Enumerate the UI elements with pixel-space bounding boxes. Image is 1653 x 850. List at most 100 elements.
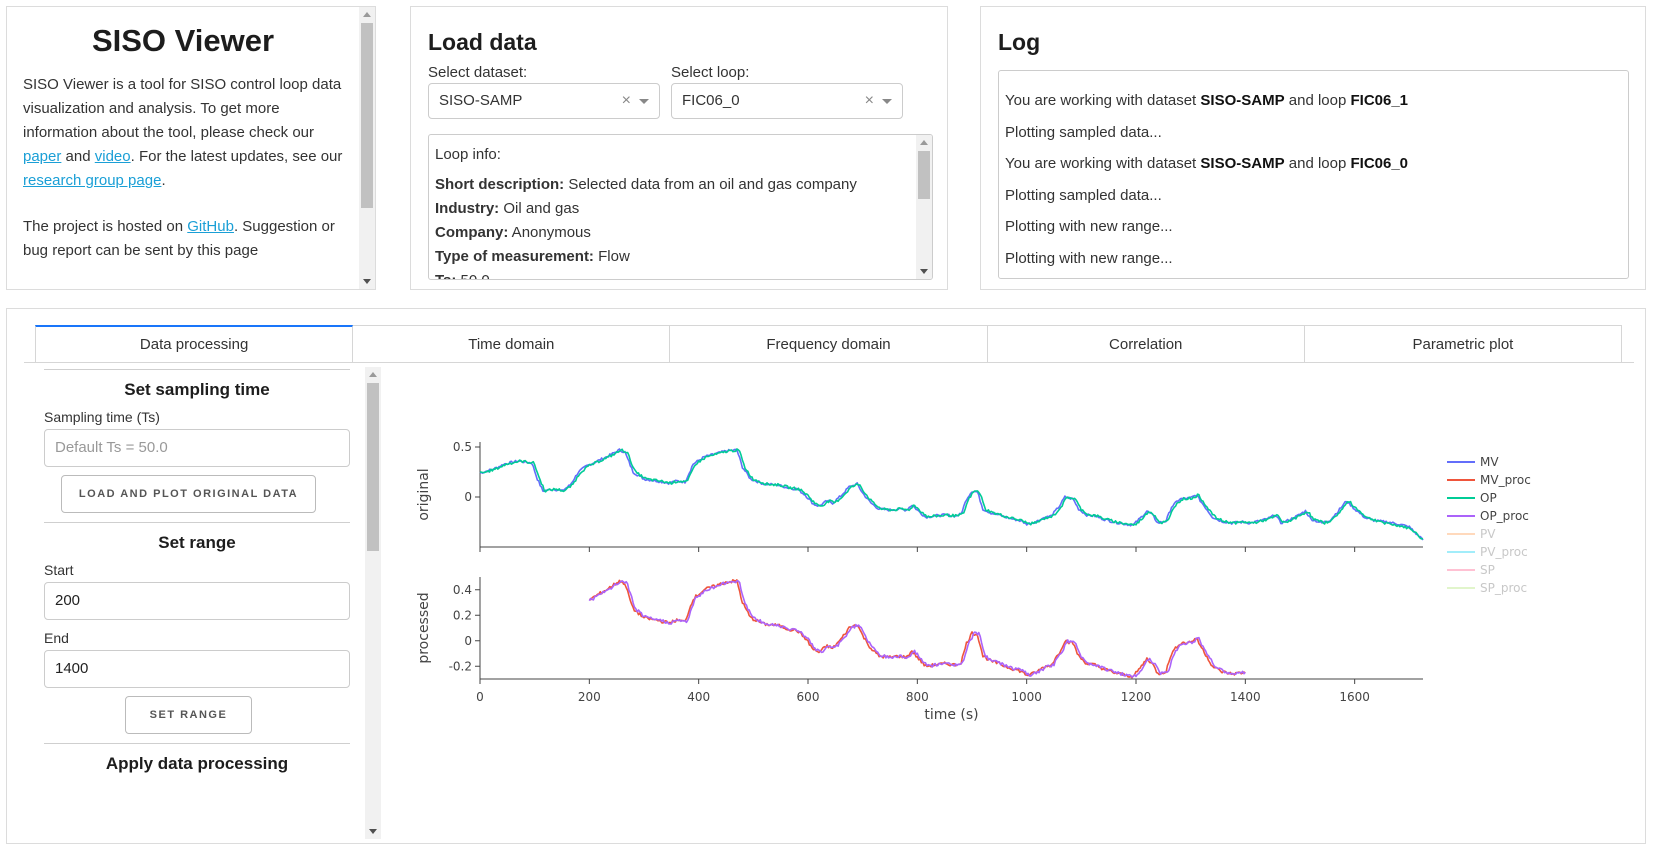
legend-label[interactable]: OP [1480, 491, 1497, 505]
loop-info-content: Loop info: Short description: Selected d… [435, 143, 914, 279]
x-tick-label: 600 [797, 690, 820, 704]
sampling-time-input[interactable]: Default Ts = 50.0 [44, 429, 350, 467]
clear-icon[interactable]: × [865, 84, 874, 118]
legend-label[interactable]: SP [1480, 563, 1495, 577]
tab-bar: Data processing Time domain Frequency doma… [35, 325, 1623, 363]
loop-info-row: Industry: Oil and gas [435, 197, 914, 221]
log-line: Plotting sampled data... [1005, 180, 1622, 212]
y-tick-label: 0.4 [453, 583, 472, 597]
loop-info-row: Short description: Selected data from an… [435, 173, 914, 197]
loop-label: Select loop: [671, 64, 750, 81]
chevron-down-icon[interactable] [882, 99, 892, 104]
log-text: You are working with dataset [1005, 155, 1201, 172]
legend-label[interactable]: SP_proc [1480, 581, 1527, 595]
series-line-op [479, 448, 1424, 540]
x-tick-label: 800 [906, 690, 929, 704]
x-tick-label: 200 [578, 690, 601, 704]
scroll-down-icon[interactable] [363, 279, 371, 284]
chevron-down-icon[interactable] [639, 99, 649, 104]
loop-value: FIC06_0 [682, 92, 740, 109]
log-box[interactable]: You are working with dataset SISO-SAMP a… [998, 70, 1629, 279]
clear-icon[interactable]: × [622, 84, 631, 118]
loop-info-value: Flow [593, 248, 630, 265]
loop-info-value: Oil and gas [499, 200, 580, 217]
log-panel: Log You are working with dataset SISO-SA… [980, 6, 1646, 290]
end-label: End [44, 630, 69, 646]
legend-label[interactable]: MV [1480, 455, 1499, 469]
legend-label[interactable]: OP_proc [1480, 509, 1529, 523]
x-axis-label: time (s) [924, 707, 978, 723]
legend-label[interactable]: MV_proc [1480, 473, 1531, 487]
legend-label[interactable]: PV [1480, 527, 1496, 541]
set-range-button[interactable]: SET RANGE [125, 696, 252, 734]
scroll-thumb[interactable] [367, 383, 379, 551]
loop-info-rows: Short description: Selected data from an… [435, 173, 914, 279]
load-data-title: Load data [428, 29, 537, 55]
main-panel: Data processing Time domain Frequency doma… [6, 308, 1646, 844]
log-text: Plotting with new range... [1005, 218, 1173, 235]
hosting-paragraph: The project is hosted on GitHub. Suggest… [23, 215, 343, 263]
github-link[interactable]: GitHub [187, 218, 234, 235]
x-tick-label: 1200 [1121, 690, 1152, 704]
loop-info-scrollbar[interactable] [916, 135, 932, 279]
end-input[interactable]: 1400 [44, 650, 350, 688]
loop-info-row: Company: Anonymous [435, 221, 914, 245]
intro-text: and [61, 148, 95, 165]
scroll-down-icon[interactable] [369, 829, 377, 834]
y-tick-label: 0.2 [453, 608, 472, 622]
load-plot-original-button[interactable]: LOAD AND PLOT ORIGINAL DATA [61, 475, 316, 513]
loop-info-key: Ts: [435, 272, 456, 279]
plot-area[interactable]: 0 0.5 original -0.2 0 0.2 0.4 0 200 400 600 800 1000… [387, 367, 1637, 837]
loop-info-value: Selected data from an oil and gas compan… [564, 176, 857, 193]
log-title: Log [998, 29, 1041, 55]
intro-text: . For the latest updates, see our [130, 148, 343, 165]
section-divider [44, 743, 350, 744]
range-section-title: Set range [158, 533, 236, 552]
start-label: Start [44, 562, 74, 578]
y-tick-label: 0 [464, 490, 472, 504]
scroll-up-icon[interactable] [920, 140, 928, 145]
section-divider [44, 522, 350, 523]
scroll-up-icon[interactable] [369, 372, 377, 377]
tab-time-domain[interactable]: Time domain [353, 325, 671, 363]
intro-content: SISO Viewer SISO Viewer is a tool for SI… [7, 7, 359, 289]
loop-info-value: 50.0 [456, 272, 490, 279]
x-tick-label: 1000 [1011, 690, 1042, 704]
intro-paragraph: SISO Viewer is a tool for SISO control l… [23, 73, 343, 193]
loop-info-value: Anonymous [508, 224, 591, 241]
log-loop: FIC06_1 [1350, 92, 1409, 109]
time-series-chart[interactable]: 0 0.5 original -0.2 0 0.2 0.4 0 200 400 600 800 1000… [387, 367, 1637, 837]
loop-info-box[interactable]: Loop info: Short description: Selected d… [428, 134, 933, 280]
tab-parametric-plot[interactable]: Parametric plot [1304, 325, 1623, 363]
log-line: Plotting with new range... [1005, 211, 1622, 243]
section-divider [44, 369, 350, 370]
scroll-down-icon[interactable] [920, 269, 928, 274]
y-tick-label: 0.5 [453, 440, 472, 454]
research-group-link[interactable]: research group page [23, 172, 161, 189]
controls-panel: Set sampling time Sampling time (Ts) Def… [40, 367, 381, 839]
controls-content: Set sampling time Sampling time (Ts) Def… [40, 367, 365, 839]
intro-scrollbar[interactable] [359, 7, 375, 289]
dataset-select[interactable]: SISO-SAMP × [428, 83, 660, 119]
paper-link[interactable]: paper [23, 148, 61, 165]
intro-panel: SISO Viewer SISO Viewer is a tool for SI… [6, 6, 376, 290]
scroll-thumb[interactable] [361, 23, 373, 208]
loop-select[interactable]: FIC06_0 × [671, 83, 903, 119]
tab-correlation[interactable]: Correlation [987, 325, 1305, 363]
tab-frequency-domain[interactable]: Frequency domain [670, 325, 988, 363]
tab-data-processing[interactable]: Data processing [35, 325, 354, 363]
scroll-up-icon[interactable] [363, 12, 371, 17]
video-link[interactable]: video [95, 148, 131, 165]
loop-info-key: Short description: [435, 176, 565, 193]
log-line: Plotting with new range... [1005, 243, 1622, 275]
y-axis-label: processed [416, 592, 432, 663]
start-input[interactable]: 200 [44, 582, 350, 620]
log-line: You are working with dataset SISO-SAMP a… [1005, 148, 1622, 180]
x-tick-label: 0 [476, 690, 484, 704]
log-text: Plotting sampled data... [1005, 123, 1162, 141]
log-text: Plotting with new range... [1005, 249, 1173, 267]
legend-label[interactable]: PV_proc [1480, 545, 1528, 559]
log-dataset: SISO-SAMP [1200, 92, 1285, 109]
controls-scrollbar[interactable] [365, 367, 381, 839]
scroll-thumb[interactable] [918, 151, 930, 199]
